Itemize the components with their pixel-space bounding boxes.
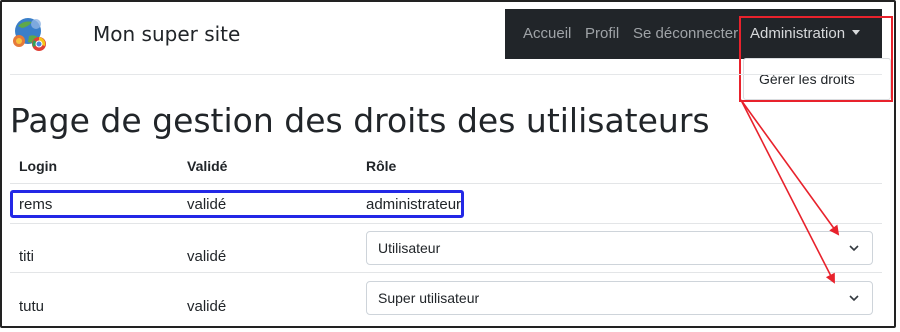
site-title[interactable]: Mon super site [93,22,240,46]
row-login: tutu [19,298,45,315]
caret-down-icon [852,30,861,35]
role-select[interactable]: Utilisateur [366,231,873,265]
nav-accueil[interactable]: Accueil [523,25,571,42]
role-select-value: Super utilisateur [378,290,480,306]
row-valide: validé [187,298,227,315]
column-header-valide: Validé [187,158,228,174]
nav-se-deconnecter[interactable]: Se déconnecter [633,25,738,42]
column-header-login: Login [19,158,58,174]
arrow-to-role-select [740,99,840,236]
row-role: administrateur [366,196,462,213]
role-select-value: Utilisateur [378,240,441,256]
nav-profil[interactable]: Profil [585,25,619,42]
header-divider [10,74,882,75]
browser-globe-logo-icon [13,18,46,51]
top-navbar: Accueil Profil Se déconnecter Administra… [505,9,882,59]
table-header-divider [10,183,882,184]
page-title: Page de gestion des droits des utilisate… [10,101,710,140]
row-valide: validé [187,248,227,265]
table-row-divider [10,223,882,224]
row-valide: validé [187,196,227,213]
role-select[interactable]: Super utilisateur [366,281,873,315]
column-header-role: Rôle [366,158,397,174]
administration-dropdown-menu: Gérer les droits [743,58,891,100]
table-row-divider [10,272,882,273]
nav-administration-dropdown[interactable]: Administration [750,25,861,42]
row-login: rems [19,196,53,213]
nav-administration-label: Administration [750,25,846,42]
chevron-down-icon [849,295,859,302]
chevron-down-icon [849,245,859,252]
row-login: titi [19,248,34,265]
